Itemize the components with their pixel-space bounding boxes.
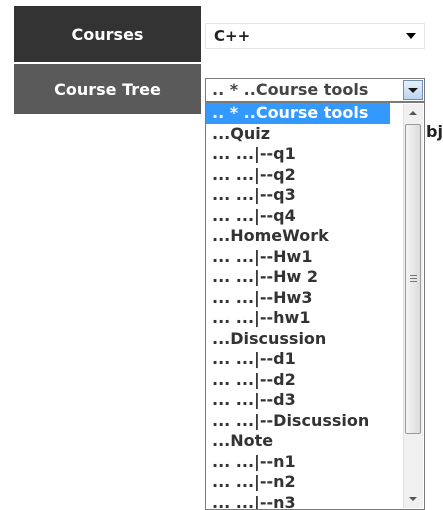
- scrollbar[interactable]: [403, 104, 423, 508]
- dropdown-option[interactable]: ... ...|--q1: [206, 144, 390, 165]
- dropdown-option[interactable]: ... ...|--q3: [206, 185, 390, 206]
- scroll-up-arrow-icon[interactable]: [404, 104, 423, 122]
- course-tree-select[interactable]: .. * ..Course tools: [205, 78, 425, 102]
- chevron-down-icon: [408, 88, 418, 93]
- scrollbar-thumb[interactable]: [405, 124, 421, 434]
- scroll-down-arrow-icon[interactable]: [404, 490, 423, 508]
- dropdown-option[interactable]: ...HomeWork: [206, 226, 390, 247]
- dropdown-option[interactable]: ... ...|--Hw1: [206, 247, 390, 268]
- courses-selected-value: C++: [214, 27, 251, 45]
- dropdown-option[interactable]: ... ...|--d3: [206, 390, 390, 411]
- obscured-text: bj: [426, 122, 443, 141]
- dropdown-option[interactable]: ... ...|--n1: [206, 452, 390, 473]
- dropdown-option[interactable]: ... ...|--Hw 2: [206, 267, 390, 288]
- dropdown-option[interactable]: ... ...|--d2: [206, 370, 390, 391]
- chevron-down-icon: [406, 33, 416, 39]
- dropdown-option[interactable]: ... ...|--n3: [206, 493, 390, 510]
- dropdown-option[interactable]: ...Discussion: [206, 329, 390, 350]
- dropdown-option[interactable]: ... ...|--d1: [206, 349, 390, 370]
- dropdown-option[interactable]: ... ...|--Hw3: [206, 288, 390, 309]
- courses-select[interactable]: C++: [205, 23, 425, 49]
- dropdown-option[interactable]: ... ...|--hw1: [206, 308, 390, 329]
- course-tree-label-text: Course Tree: [54, 79, 161, 99]
- course-tree-selected-value: .. * ..Course tools: [212, 80, 369, 99]
- dropdown-option[interactable]: ... ...|--q4: [206, 206, 390, 227]
- dropdown-option[interactable]: .. * ..Course tools: [206, 103, 390, 124]
- dropdown-arrow-button[interactable]: [403, 80, 423, 100]
- courses-label-text: Courses: [71, 24, 144, 44]
- courses-label: Courses: [14, 6, 201, 62]
- dropdown-option[interactable]: ... ...|--q2: [206, 165, 390, 186]
- dropdown-option[interactable]: ... ...|--Discussion: [206, 411, 390, 432]
- dropdown-option[interactable]: ...Note: [206, 431, 390, 452]
- dropdown-option[interactable]: ...Quiz: [206, 124, 390, 145]
- course-tree-dropdown-list[interactable]: .. * ..Course tools ...Quiz... ...|--q1..…: [205, 102, 425, 510]
- course-tree-label: Course Tree: [14, 64, 201, 114]
- dropdown-option[interactable]: ... ...|--n2: [206, 472, 390, 493]
